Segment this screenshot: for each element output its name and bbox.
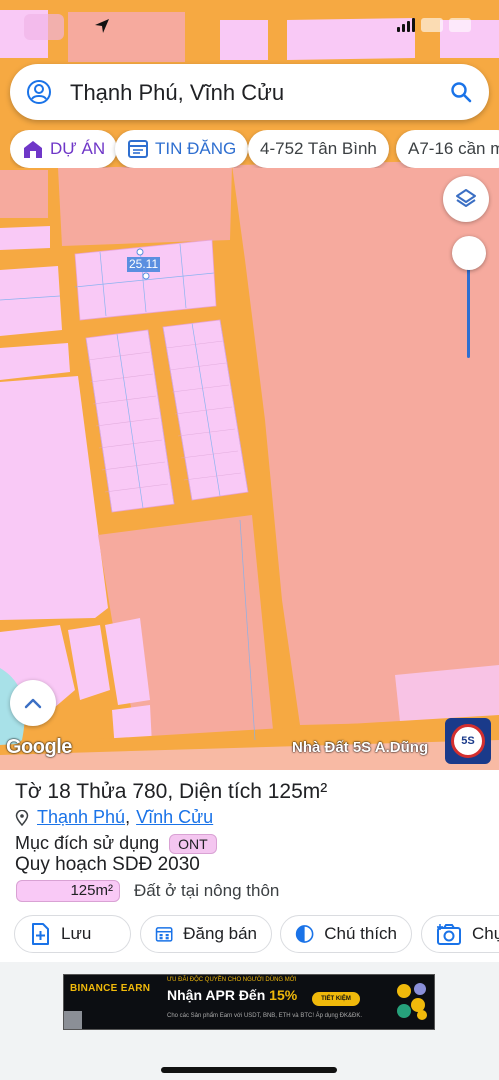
chip-label: 4-752 Tân Bình [260, 139, 377, 158]
layers-button[interactable] [443, 176, 489, 222]
district-link[interactable]: Vĩnh Cửu [136, 807, 213, 828]
ad-headline-prefix: Nhận APR Đến [167, 987, 270, 1003]
land-use-row: Mục đích sử dụng ONT [15, 833, 217, 854]
ad-brand: BINANCE EARN [70, 983, 151, 994]
add-document-icon [32, 923, 49, 945]
filter-chips: DỰ ÁN TIN ĐĂNG 4-752 Tân Bình A7-16 cần … [10, 130, 499, 168]
brand-logo-mark: 5S [451, 724, 485, 758]
location-separator: , [125, 807, 131, 827]
search-input[interactable]: Thạnh Phú, Vĩnh Cửu [70, 80, 284, 106]
account-circle-icon[interactable] [26, 79, 52, 105]
watermark-text: Nhà Đất 5S A.Dũng [292, 739, 429, 756]
chip-tin-dang[interactable]: TIN ĐĂNG [115, 130, 249, 168]
capture-button-label: Chụ [472, 924, 499, 943]
land-use-label: Mục đích sử dụng [15, 833, 160, 853]
opacity-slider[interactable] [452, 236, 486, 361]
post-for-sale-button[interactable]: Đăng bán [140, 915, 272, 953]
status-bar [0, 0, 499, 56]
parcel-title: Tờ 18 Thửa 780, Diện tích 125m² [15, 780, 328, 803]
google-logo: Google [6, 736, 72, 758]
ad-headline: Nhận APR Đến 15% [167, 987, 297, 1003]
land-use-code-badge: ONT [169, 833, 217, 854]
ad-fine-print: Cho các Sản phẩm Earn với USDT, BNB, ETH… [167, 1013, 363, 1019]
save-button[interactable]: Lưu [14, 915, 131, 953]
home-indicator[interactable] [161, 1067, 337, 1073]
chip-du-an[interactable]: DỰ ÁN [10, 130, 118, 168]
parcel-number-label: 25.11 [127, 257, 161, 272]
legend-swatch-area: 125m² [16, 880, 120, 902]
save-button-label: Lưu [61, 924, 92, 943]
ad-banner[interactable]: BINANCE EARN ƯU ĐÃI ĐỘC QUYỀN CHO NGƯỜI … [63, 974, 435, 1030]
brand-logo[interactable]: 5S [445, 718, 491, 764]
parcel-location: Thạnh Phú , Vĩnh Cửu [15, 807, 213, 828]
ad-subtitle: ƯU ĐÃI ĐỘC QUYỀN CHO NGƯỜI DÙNG MỚI [167, 977, 297, 983]
crypto-coins-icon [397, 983, 427, 1020]
plan-title: Quy hoạch SDĐ 2030 [15, 854, 200, 875]
chip-recent-search-2[interactable]: A7-16 cần m [396, 130, 499, 168]
search-bar[interactable]: Thạnh Phú, Vĩnh Cửu [10, 64, 489, 120]
ad-cta-button[interactable]: TIẾT KIỆM NGAY [312, 992, 360, 1016]
signal-icon [397, 18, 415, 32]
ad-headline-rate: 15% [269, 987, 298, 1003]
post-for-sale-label: Đăng bán [183, 924, 257, 943]
chip-label: DỰ ÁN [50, 139, 106, 158]
layers-icon [456, 189, 476, 207]
status-time-area [24, 14, 64, 40]
navigation-arrow-icon [95, 19, 109, 33]
chip-recent-search-1[interactable]: 4-752 Tân Bình [248, 130, 389, 168]
chip-label: A7-16 cần m [408, 139, 499, 158]
ad-info-icon[interactable] [64, 1011, 82, 1029]
legend-button[interactable]: Chú thích [280, 915, 412, 953]
listing-icon [128, 140, 148, 158]
expand-sheet-button[interactable] [10, 680, 56, 726]
commune-link[interactable]: Thạnh Phú [37, 807, 125, 828]
action-buttons: Lưu Đăng bán Chú thích Chụ [14, 915, 499, 953]
search-icon[interactable] [449, 80, 473, 104]
wifi-icon [421, 18, 443, 32]
chevron-up-icon [24, 698, 42, 709]
legend-description: Đất ở tại nông thôn [134, 881, 280, 900]
house-icon [24, 141, 42, 158]
opacity-slider-thumb[interactable] [452, 236, 486, 270]
camera-icon [437, 924, 461, 945]
chip-label: TIN ĐĂNG [155, 139, 237, 158]
calendar-grid-icon [155, 927, 173, 942]
capture-button[interactable]: Chụ [421, 915, 499, 953]
battery-icon [449, 18, 471, 32]
legend-button-label: Chú thích [324, 924, 397, 943]
parcel-info-sheet: Tờ 18 Thửa 780, Diện tích 125m² Thạnh Ph… [0, 770, 499, 1080]
location-pin-icon [15, 809, 29, 826]
plan-legend-row: 125m² Đất ở tại nông thôn [16, 880, 279, 902]
contrast-circle-icon [295, 925, 314, 943]
